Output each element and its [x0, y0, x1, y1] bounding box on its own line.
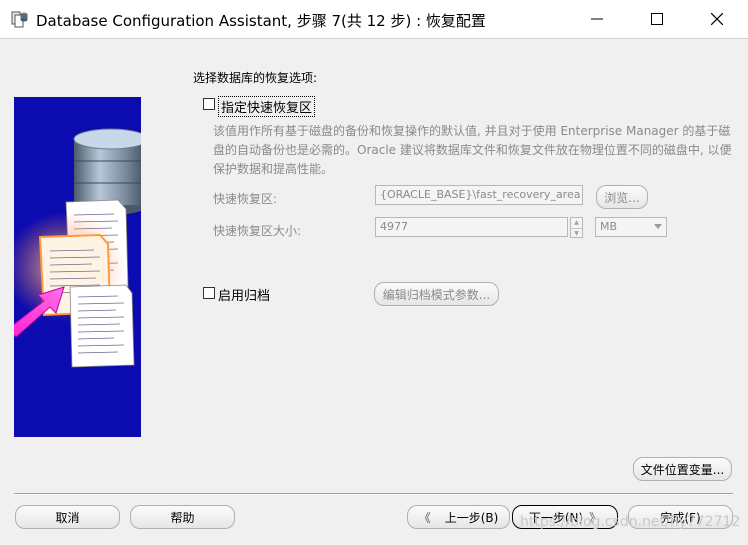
maximize-icon	[651, 13, 663, 25]
archive-checkbox[interactable]	[203, 287, 215, 299]
cancel-button[interactable]: 取消	[15, 505, 120, 529]
separator	[14, 493, 733, 495]
maximize-button[interactable]	[634, 0, 680, 38]
file-location-variables-button[interactable]: 文件位置变量...	[633, 457, 732, 481]
unit-value: MB	[600, 220, 618, 233]
watermark: https://blog.csdn.net/fly772712	[520, 514, 741, 530]
browse-button[interactable]: 浏览...	[596, 185, 648, 209]
fast-recovery-checkbox[interactable]	[203, 98, 215, 110]
recovery-heading: 选择数据库的恢复选项:	[193, 71, 318, 85]
dialog-content: 选择数据库的恢复选项: 指定快速恢复区 该值用作所有基于磁盘的备份和恢复操作的默…	[0, 39, 748, 545]
database-installer-icon[interactable]	[9, 9, 29, 29]
spinner-down-icon[interactable]: ▼	[571, 229, 582, 239]
edit-archive-params-button[interactable]: 编辑归档模式参数...	[374, 282, 499, 306]
help-button[interactable]: 帮助	[130, 505, 235, 529]
recovery-size-spinner[interactable]: ▲ ▼	[570, 217, 583, 238]
title-bar: Database Configuration Assistant, 步骤 7(共…	[0, 0, 748, 39]
fast-recovery-description: 该值用作所有基于磁盘的备份和恢复操作的默认值, 并且对于使用 Enterpris…	[213, 124, 732, 176]
close-icon	[711, 13, 723, 25]
back-button[interactable]: 《 上一步(B)	[407, 505, 510, 529]
fast-recovery-checkbox-label[interactable]: 指定快速恢复区	[218, 96, 316, 117]
recovery-size-label: 快速恢复区大小:	[213, 224, 302, 238]
recovery-size-input[interactable]: 4977	[375, 217, 568, 237]
archive-checkbox-label[interactable]: 启用归档	[218, 285, 270, 304]
recovery-area-label: 快速恢复区:	[213, 192, 278, 206]
chevron-down-icon	[654, 224, 662, 229]
chevron-left-double-icon: 《	[418, 510, 431, 525]
recovery-size-unit-select[interactable]: MB	[595, 217, 667, 237]
window-title: Database Configuration Assistant, 步骤 7(共…	[36, 12, 486, 30]
spinner-up-icon[interactable]: ▲	[571, 218, 582, 229]
back-button-label: 上一步(B)	[444, 510, 499, 525]
recovery-area-input[interactable]: {ORACLE_BASE}\fast_recovery_area	[375, 185, 583, 205]
close-button[interactable]	[694, 0, 740, 38]
minimize-button[interactable]	[574, 0, 620, 38]
minimize-icon	[591, 18, 603, 20]
recovery-illustration	[14, 97, 141, 437]
